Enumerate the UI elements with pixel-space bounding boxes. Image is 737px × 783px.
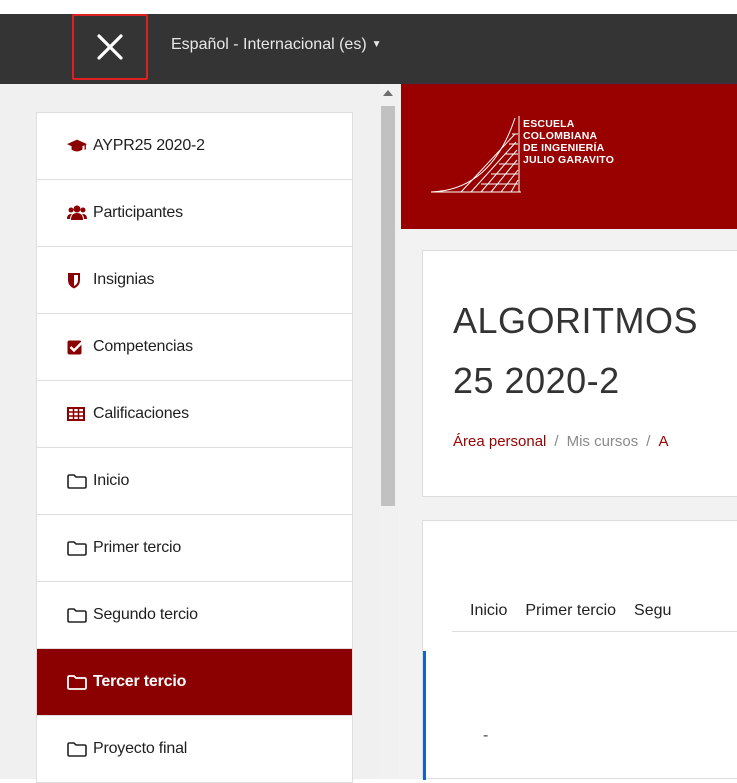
nav-item-primer-tercio[interactable]: Primer tercio <box>37 515 352 582</box>
nav-item-participantes[interactable]: Participantes <box>37 180 352 247</box>
close-drawer-button[interactable] <box>72 14 148 80</box>
course-content-card: Inicio Primer tercio Segu - <box>422 520 737 780</box>
check-square-icon <box>67 338 87 356</box>
drawer-scrollbar[interactable] <box>379 84 397 779</box>
nav-drawer: AYPR25 2020-2 Participantes Insignias Co… <box>0 84 398 783</box>
breadcrumb: Área personal / Mis cursos / A <box>453 433 668 450</box>
logo-line: COLOMBIANA <box>523 130 598 142</box>
header-banner: ESCUELA COLOMBIANA DE INGENIERÍA JULIO G… <box>401 84 737 229</box>
folder-icon <box>67 673 87 691</box>
nav-item-label: Insignias <box>93 271 155 288</box>
drawer-list: AYPR25 2020-2 Participantes Insignias Co… <box>36 112 353 783</box>
top-navbar: Español - Internacional (es) ▼ <box>0 14 737 84</box>
nav-item-tercer-tercio[interactable]: Tercer tercio <box>37 649 352 716</box>
folder-icon <box>67 472 87 490</box>
logo-line: DE INGENIERÍA <box>523 142 605 154</box>
nav-item-label: Inicio <box>93 472 130 489</box>
folder-icon <box>67 740 87 758</box>
logo-graphic-icon <box>431 116 521 193</box>
breadcrumb-mis-cursos[interactable]: Mis cursos <box>567 433 639 450</box>
nav-item-label: Tercer tercio <box>93 673 187 690</box>
graduation-cap-icon <box>67 137 87 155</box>
close-icon <box>97 34 123 60</box>
language-label: Español - Internacional (es) <box>171 36 367 53</box>
nav-item-calificaciones[interactable]: Calificaciones <box>37 381 352 448</box>
nav-item-course[interactable]: AYPR25 2020-2 <box>37 113 352 180</box>
breadcrumb-course[interactable]: A <box>658 433 668 450</box>
logo-text: ESCUELA COLOMBIANA DE INGENIERÍA JULIO G… <box>523 118 614 166</box>
nav-item-label: Competencias <box>93 338 193 355</box>
users-icon <box>67 204 87 222</box>
breadcrumb-separator: / <box>646 433 651 450</box>
logo-line: JULIO GARAVITO <box>523 154 615 166</box>
caret-down-icon: ▼ <box>371 39 382 50</box>
breadcrumb-separator: / <box>554 433 559 450</box>
shield-icon <box>67 271 87 289</box>
nav-item-label: Segundo tercio <box>93 606 198 623</box>
breadcrumb-area-personal[interactable]: Área personal <box>453 433 546 450</box>
main-region: ESCUELA COLOMBIANA DE INGENIERÍA JULIO G… <box>398 84 737 780</box>
nav-item-label: Participantes <box>93 204 183 221</box>
tab-segundo-tercio[interactable]: Segu <box>634 602 671 620</box>
tab-inicio[interactable]: Inicio <box>470 602 507 620</box>
school-logo[interactable]: ESCUELA COLOMBIANA DE INGENIERÍA JULIO G… <box>431 114 651 204</box>
logo-line: ESCUELA <box>523 118 575 130</box>
nav-item-competencias[interactable]: Competencias <box>37 314 352 381</box>
nav-item-insignias[interactable]: Insignias <box>37 247 352 314</box>
tab-primer-tercio[interactable]: Primer tercio <box>525 602 616 620</box>
language-menu[interactable]: Español - Internacional (es) ▼ <box>171 36 382 54</box>
browser-top-strip <box>0 0 737 14</box>
nav-item-label: Proyecto final <box>93 740 188 757</box>
scrollbar-thumb[interactable] <box>381 106 395 506</box>
scroll-up-arrow-icon[interactable] <box>383 90 393 96</box>
section-accent-bar <box>423 651 426 780</box>
nav-item-segundo-tercio[interactable]: Segundo tercio <box>37 582 352 649</box>
nav-item-inicio[interactable]: Inicio <box>37 448 352 515</box>
folder-icon <box>67 606 87 624</box>
nav-item-proyecto-final[interactable]: Proyecto final <box>37 716 352 783</box>
section-tabs: Inicio Primer tercio Segu <box>452 591 737 632</box>
page-title: ALGORITMOS 25 2020-2 <box>453 300 699 401</box>
course-header-card: ALGORITMOS 25 2020-2 Área personal / Mis c… <box>422 250 737 497</box>
folder-icon <box>67 539 87 557</box>
nav-item-label: Calificaciones <box>93 405 189 422</box>
table-icon <box>67 405 87 423</box>
nav-item-label: AYPR25 2020-2 <box>93 137 205 154</box>
nav-item-label: Primer tercio <box>93 539 182 556</box>
section-placeholder-text: - <box>483 727 489 744</box>
